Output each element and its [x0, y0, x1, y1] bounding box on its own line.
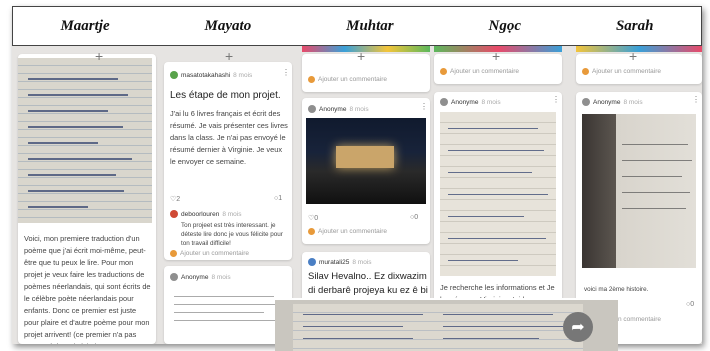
post-card-sarah-top[interactable]: Ajouter un commentaire: [576, 54, 702, 84]
comment-count[interactable]: ○0: [410, 214, 418, 221]
like-count[interactable]: ♡0: [308, 214, 318, 222]
add-comment-link[interactable]: Ajouter un commentaire: [308, 228, 387, 235]
author-name: Anonyme: [451, 98, 479, 106]
post-card-mayato[interactable]: masatotakahashi 8 mois ⋮ Les étape de mo…: [164, 62, 292, 260]
add-comment-label: Ajouter un commentaire: [592, 68, 662, 75]
post-time: 8 mois: [349, 105, 369, 113]
share-arrow-icon: ➦: [571, 319, 585, 336]
comment-time: 8 mois: [222, 210, 242, 218]
column-title-mayato: Mayato: [204, 17, 252, 34]
avatar: [308, 228, 315, 235]
like-count-value: 2: [176, 196, 181, 203]
more-options-icon[interactable]: ⋮: [420, 102, 428, 111]
like-count-value: 0: [314, 215, 319, 222]
add-post-plus-icon[interactable]: +: [225, 48, 233, 64]
column-header-strip: Maartje Mayato Muhtar Ngọc Sarah: [12, 6, 702, 46]
share-icon[interactable]: ➦: [563, 312, 593, 342]
more-options-icon[interactable]: ⋮: [552, 95, 560, 104]
author-name: masatotakahashi: [181, 71, 231, 79]
author-name: Anonyme: [181, 273, 209, 281]
post-title: Les étape de mon projet.: [170, 90, 281, 101]
comment-count-value: 0: [414, 214, 419, 221]
post-author-row: Anonyme 8 mois: [308, 105, 369, 113]
author-name: muratali25: [319, 258, 350, 266]
comment-author-row: deboorlouren 8 mois: [170, 210, 241, 218]
commenter-name: deboorlouren: [181, 210, 220, 218]
post-card-muhtar-top[interactable]: Ajouter un commentaire: [302, 54, 430, 92]
more-options-icon[interactable]: ⋮: [282, 68, 290, 77]
author-name: Anonyme: [319, 105, 347, 113]
post-author-row: muratali25 8 mois: [308, 258, 372, 266]
column-title-sarah: Sarah: [615, 17, 654, 34]
add-post-plus-icon[interactable]: +: [492, 48, 500, 64]
padlet-board: Maartje Mayato Muhtar Ngọc Sarah + + + +…: [12, 6, 702, 344]
post-author-row: Anonyme 8 mois: [440, 98, 501, 106]
avatar: [582, 68, 589, 75]
column-title-muhtar: Muhtar: [346, 17, 394, 34]
handwritten-story-photo: [582, 114, 696, 268]
column-title-maartje: Maartje: [60, 17, 110, 34]
column-title-ngoc: Ngọc: [488, 17, 522, 34]
night-building-photo: [306, 118, 426, 204]
add-comment-link[interactable]: Ajouter un commentaire: [582, 68, 661, 75]
add-comment-link[interactable]: Ajouter un commentaire: [308, 76, 387, 83]
post-time: 8 mois: [481, 98, 501, 106]
add-comment-label: Ajouter un commentaire: [450, 68, 520, 75]
notebook-photo: [18, 58, 152, 223]
post-card-muhtar[interactable]: Anonyme 8 mois ⋮ ♡0 ○0 Ajouter un commen…: [302, 98, 430, 244]
post-time: 8 mois: [211, 273, 231, 281]
add-comment-label: Ajouter un commentaire: [180, 250, 250, 257]
post-caption: voici ma 2ème histoire.: [584, 286, 649, 293]
add-comment-link[interactable]: Ajouter un commentaire: [170, 250, 249, 257]
add-comment-link[interactable]: Ajouter un commentaire: [440, 68, 519, 75]
add-post-plus-icon[interactable]: +: [629, 48, 637, 64]
avatar: [440, 68, 447, 75]
post-time: 8 mois: [233, 71, 253, 79]
comment-text: Ton projeet est très interessant. je dét…: [181, 222, 283, 247]
post-body-text: J'ai lu 6 livres français et écrit des r…: [170, 109, 288, 166]
avatar: [170, 250, 177, 257]
add-post-plus-icon[interactable]: +: [357, 48, 365, 64]
comment-count[interactable]: ○1: [274, 195, 282, 202]
avatar: [308, 76, 315, 83]
post-body-text: Voici, mon premiere traduction d'un poèm…: [24, 234, 151, 344]
add-comment-label: Ajouter un commentaire: [318, 228, 388, 235]
more-options-icon[interactable]: ⋮: [692, 95, 700, 104]
add-comment-label: Ajouter un commentaire: [318, 76, 388, 83]
avatar: [170, 273, 178, 281]
avatar: [582, 98, 590, 106]
post-author-row: Anonyme 8 mois: [170, 273, 231, 281]
notebook-preview-photo: [293, 304, 583, 351]
comment-count-value: 0: [690, 301, 695, 308]
avatar: [308, 105, 316, 113]
post-card-mayato-2[interactable]: Anonyme 8 mois: [164, 266, 292, 344]
like-count[interactable]: ♡2: [170, 195, 180, 203]
comment-count-value: 1: [278, 195, 283, 202]
avatar: [170, 71, 178, 79]
add-post-plus-icon[interactable]: +: [95, 48, 103, 64]
avatar: [308, 258, 316, 266]
post-card-maartje[interactable]: Voici, mon premiere traduction d'un poèm…: [18, 54, 156, 344]
post-author-row: Anonyme 8 mois: [582, 98, 643, 106]
author-name: Anonyme: [593, 98, 621, 106]
decorative-strip: [576, 46, 702, 52]
handwritten-notes-photo: [440, 112, 556, 276]
avatar: [440, 98, 448, 106]
comment-count[interactable]: ○0: [686, 301, 694, 308]
post-author-row: masatotakahashi 8 mois: [170, 71, 252, 79]
post-time: 8 mois: [352, 258, 372, 266]
decorative-strip: [302, 46, 430, 52]
post-time: 8 mois: [623, 98, 643, 106]
avatar: [170, 210, 178, 218]
